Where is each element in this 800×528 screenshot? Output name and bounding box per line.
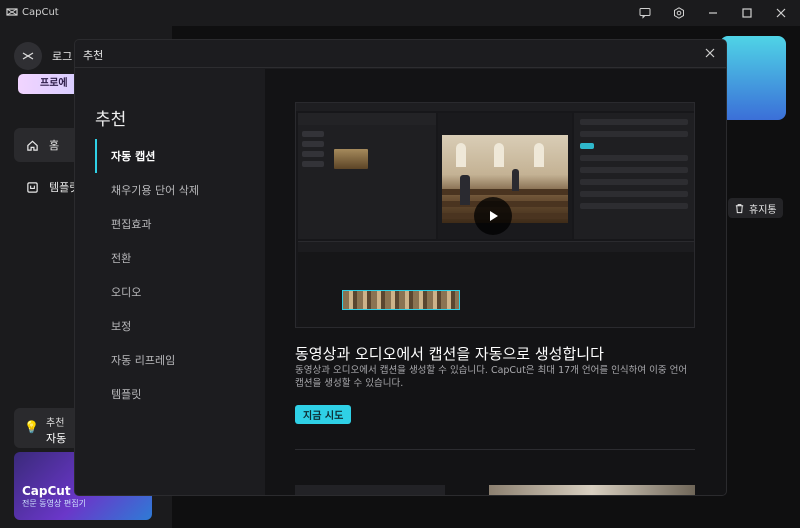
capcut-logo-icon xyxy=(6,8,18,16)
category-effects[interactable]: 편집효과 xyxy=(95,207,255,241)
maximize-icon[interactable] xyxy=(738,4,756,22)
sidebar-item-label: 홈 xyxy=(49,139,60,152)
app-logo: CapCut xyxy=(6,6,59,18)
next-feature-preview-left xyxy=(295,485,445,495)
feature-title: 동영상과 오디오에서 캡션을 자동으로 생성합니다 xyxy=(295,345,604,363)
category-heading: 추천 xyxy=(95,110,127,130)
category-templates[interactable]: 템플릿 xyxy=(95,377,255,411)
feature-description: 동영상과 오디오에서 캡션을 생성할 수 있습니다. CapCut은 최대 17… xyxy=(295,365,688,389)
close-icon[interactable] xyxy=(702,45,718,61)
preview-timeline-clip xyxy=(342,290,460,310)
category-list: 자동 캡션 채우기용 단어 삭제 편집효과 전환 오디오 보정 자동 리프레임 … xyxy=(95,139,255,411)
capcut-logo-icon xyxy=(22,52,34,60)
hero-banner-edge[interactable] xyxy=(720,36,786,120)
title-bar: CapCut xyxy=(0,0,800,26)
category-auto-captions[interactable]: 자동 캡션 xyxy=(95,139,255,173)
editor-preview-image xyxy=(295,102,695,328)
category-filler-word-removal[interactable]: 채우기용 단어 삭제 xyxy=(95,173,255,207)
play-icon[interactable] xyxy=(474,197,512,235)
preview-thumbnail xyxy=(334,149,368,169)
preview-media-panel xyxy=(298,113,436,239)
category-pane: 추천 자동 캡션 채우기용 단어 삭제 편집효과 전환 오디오 보정 자동 리프… xyxy=(75,69,265,495)
ad-subtitle: 전문 동영상 편집기 xyxy=(22,499,86,508)
divider xyxy=(295,449,695,450)
category-transitions[interactable]: 전환 xyxy=(95,241,255,275)
trash-label: 휴지통 xyxy=(749,204,777,216)
app-name: CapCut xyxy=(22,6,59,18)
recommend-modal: 추천 추천 자동 캡션 채우기용 단어 삭제 편집효과 전환 오디오 보정 자동… xyxy=(75,40,726,495)
feedback-icon[interactable] xyxy=(636,4,654,22)
home-icon xyxy=(27,140,38,151)
try-now-button[interactable]: 지금 시도 xyxy=(295,405,352,424)
trash-icon xyxy=(735,203,744,213)
login-label: 로그 xyxy=(52,50,73,63)
trash-button[interactable]: 휴지통 xyxy=(728,198,783,218)
category-auto-reframe[interactable]: 자동 리프레임 xyxy=(95,343,255,377)
avatar xyxy=(14,42,42,70)
preview-timeline xyxy=(298,241,694,327)
template-icon xyxy=(27,181,38,193)
window-close-icon[interactable] xyxy=(772,4,790,22)
window-controls xyxy=(636,4,790,22)
minimize-icon[interactable] xyxy=(704,4,722,22)
login-row[interactable]: 로그 xyxy=(14,42,72,70)
bulb-icon: 💡 xyxy=(24,420,39,434)
category-audio[interactable]: 오디오 xyxy=(95,275,255,309)
settings-icon[interactable] xyxy=(670,4,688,22)
category-adjust[interactable]: 보정 xyxy=(95,309,255,343)
preview-properties-panel xyxy=(574,113,694,239)
preview-toolbar xyxy=(296,103,694,111)
preview-player xyxy=(438,113,572,239)
modal-header: 추천 xyxy=(75,40,726,68)
next-feature-preview-right xyxy=(489,485,695,495)
modal-title: 추천 xyxy=(83,49,104,62)
feature-content: 동영상과 오디오에서 캡션을 자동으로 생성합니다 동영상과 오디오에서 캡션을… xyxy=(265,69,726,495)
